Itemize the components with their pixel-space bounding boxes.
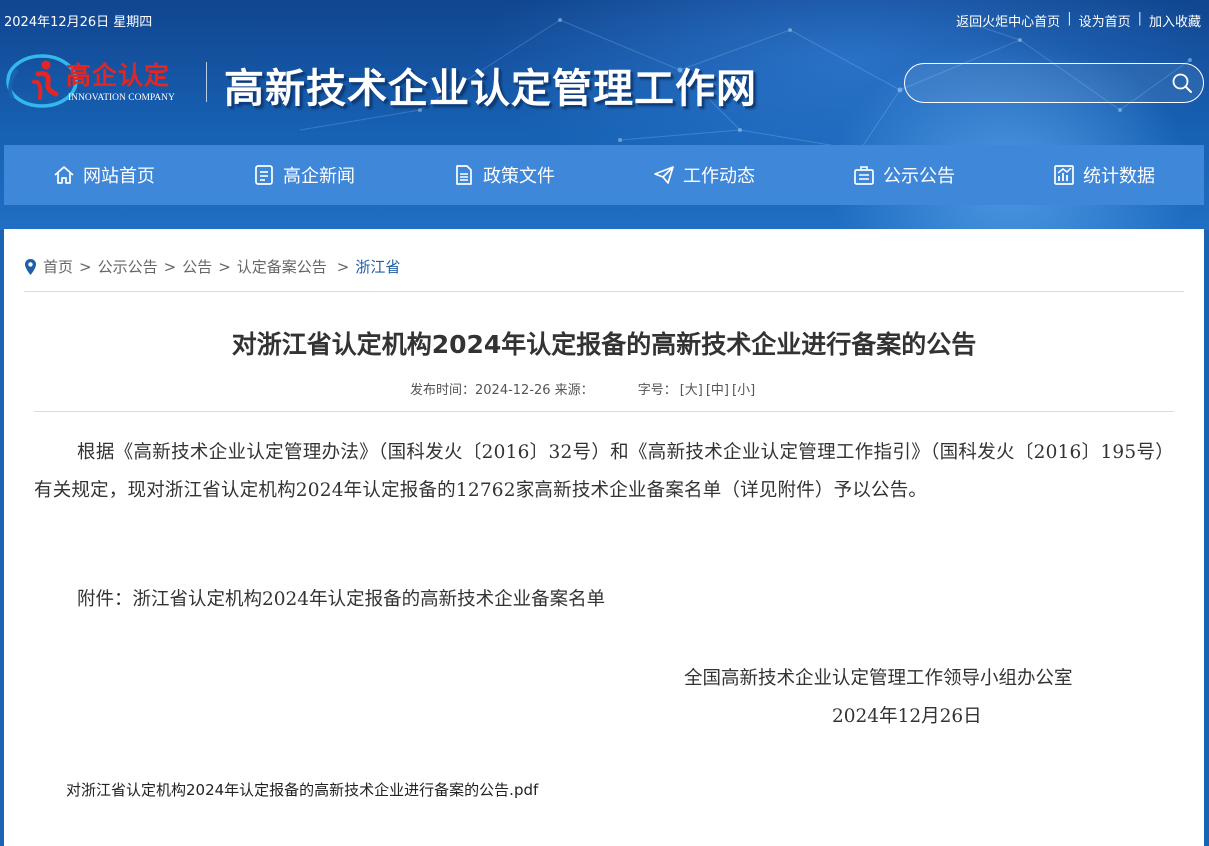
signature-organization: 全国高新技术企业认定管理工作领导小组办公室	[684, 668, 1073, 689]
chart-icon	[1054, 165, 1074, 185]
font-size-label: 字号：	[637, 383, 677, 398]
breadcrumb: 首页 > 公示公告 > 公告 > 认定备案公告 > 浙江省	[24, 256, 400, 277]
article-meta: 发布时间：2024-12-26 来源： 字号： [大] [中] [小]	[410, 379, 755, 398]
logo-text-cn: 高企认定	[66, 61, 170, 90]
news-icon	[255, 165, 273, 185]
nav-work-updates[interactable]: 工作动态	[604, 145, 804, 205]
notice-icon	[854, 166, 874, 185]
content-panel: 首页 > 公示公告 > 公告 > 认定备案公告 > 浙江省 对浙江省认定机构20…	[4, 229, 1204, 846]
home-icon	[54, 166, 74, 184]
nav-label: 高企新闻	[283, 166, 355, 187]
site-logo[interactable]: 高企认定 INNOVATION COMPANY	[4, 51, 204, 112]
nav-news[interactable]: 高企新闻	[204, 145, 404, 205]
main-nav: 网站首页 高企新闻 政策文件 工作动态 公示公告 统计数据	[4, 145, 1204, 205]
link-set-homepage[interactable]: 设为首页	[1079, 11, 1131, 30]
link-add-favorite[interactable]: 加入收藏	[1149, 11, 1201, 30]
divider	[24, 291, 1184, 292]
nav-label: 公示公告	[883, 166, 955, 187]
nav-home[interactable]: 网站首页	[4, 145, 204, 205]
nav-label: 工作动态	[683, 166, 755, 187]
breadcrumb-filing-announcements[interactable]: 认定备案公告	[237, 256, 327, 277]
nav-label: 政策文件	[483, 166, 555, 187]
breadcrumb-separator: >	[79, 257, 92, 276]
search-input[interactable]	[919, 72, 1169, 94]
article-body: 根据《高新技术企业认定管理办法》（国科发火〔2016〕32号）和《高新技术企业认…	[34, 442, 1174, 501]
location-pin-icon	[25, 258, 36, 275]
search-icon[interactable]	[1171, 72, 1193, 94]
search-box	[904, 63, 1204, 103]
font-size-small-button[interactable]: [小]	[732, 379, 755, 398]
nav-label: 网站首页	[83, 166, 155, 187]
nav-notices[interactable]: 公示公告	[804, 145, 1004, 205]
top-link-separator: |	[1067, 11, 1072, 26]
font-size-medium-button[interactable]: [中]	[706, 379, 729, 398]
breadcrumb-separator: >	[336, 257, 350, 276]
document-icon	[456, 165, 472, 185]
pdf-attachment-link[interactable]: 对浙江省认定机构2024年认定报备的高新技术企业进行备案的公告.pdf	[66, 779, 538, 800]
publish-info: 发布时间：2024-12-26 来源：	[410, 383, 594, 398]
article-title: 对浙江省认定机构2024年认定报备的高新技术企业进行备案的公告	[231, 330, 977, 359]
site-title: 高新技术企业认定管理工作网	[224, 65, 757, 112]
attachment-note: 附件：浙江省认定机构2024年认定报备的高新技术企业备案名单	[77, 589, 606, 610]
breadcrumb-home[interactable]: 首页	[43, 256, 73, 277]
send-icon	[654, 166, 674, 184]
current-date: 2024年12月26日 星期四	[4, 15, 153, 30]
link-torch-center-home[interactable]: 返回火炬中心首页	[956, 11, 1060, 30]
nav-statistics[interactable]: 统计数据	[1004, 145, 1204, 205]
top-link-separator: |	[1137, 11, 1142, 26]
divider	[34, 411, 1174, 412]
logo-text-en: INNOVATION COMPANY	[68, 93, 175, 103]
logo-divider	[206, 62, 207, 102]
nav-policy[interactable]: 政策文件	[404, 145, 604, 205]
breadcrumb-separator: >	[163, 257, 177, 276]
breadcrumb-separator: >	[218, 257, 231, 276]
font-size-large-button[interactable]: [大]	[680, 379, 703, 398]
breadcrumb-notices[interactable]: 公示公告	[98, 256, 158, 277]
nav-label: 统计数据	[1083, 166, 1155, 187]
signature-date: 2024年12月26日	[832, 706, 982, 727]
top-links: 返回火炬中心首页 | 设为首页 | 加入收藏	[956, 11, 1201, 30]
breadcrumb-announcements[interactable]: 公告	[182, 256, 212, 277]
breadcrumb-current[interactable]: 浙江省	[355, 256, 400, 277]
